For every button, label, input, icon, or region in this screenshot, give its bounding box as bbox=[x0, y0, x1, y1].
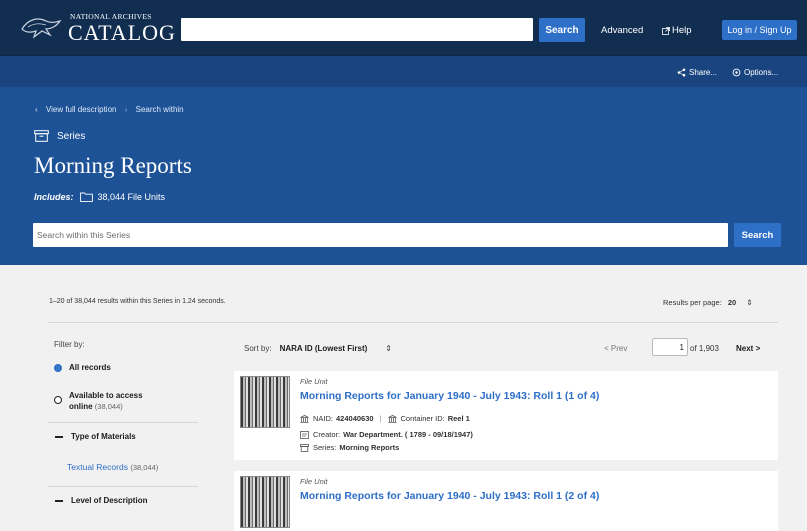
filter-by-label: Filter by: bbox=[54, 340, 85, 349]
prev-page-button[interactable]: < Prev bbox=[604, 344, 627, 353]
facet-level-of-description-label: Level of Description bbox=[71, 496, 148, 505]
creator-icon bbox=[300, 430, 309, 439]
results-count: 1–20 of 38,044 results within this Serie… bbox=[49, 298, 226, 305]
archive-box-icon bbox=[300, 443, 309, 452]
external-link-icon bbox=[662, 26, 670, 35]
level-label: Series bbox=[57, 130, 86, 142]
result-thumbnail[interactable] bbox=[240, 376, 290, 428]
series-value: Morning Reports bbox=[339, 443, 400, 452]
login-signup-button[interactable]: Log in / Sign Up bbox=[722, 20, 797, 40]
naid-value: 424040630 bbox=[336, 414, 374, 423]
search-within-input[interactable]: Search within this Series bbox=[33, 223, 728, 247]
radio-unselected-icon bbox=[54, 396, 62, 404]
radio-selected-icon bbox=[54, 364, 62, 372]
options-button[interactable]: Options... bbox=[732, 68, 778, 77]
filter-available-label-line1: Available to access bbox=[69, 391, 143, 400]
top-navbar: NATIONAL ARCHIVES CATALOG Search Advance… bbox=[0, 0, 807, 55]
search-input[interactable] bbox=[181, 18, 533, 41]
result-thumbnail[interactable] bbox=[240, 476, 290, 528]
facet-textual-records-count: (38,044) bbox=[130, 463, 159, 472]
result-creator: Creator: War Department. ( 1789 - 09/18/… bbox=[300, 430, 473, 439]
series-header: ‹ View full description › Search within … bbox=[0, 87, 807, 265]
sort-label: Sort by: bbox=[244, 344, 272, 353]
updown-icon: ⇕ bbox=[385, 344, 392, 353]
facet-textual-records-label: Textual Records bbox=[67, 462, 128, 472]
building-icon bbox=[300, 414, 309, 423]
filter-available-count: (38,044) bbox=[94, 402, 123, 411]
page-title: Morning Reports bbox=[34, 153, 192, 178]
search-within-button[interactable]: Search bbox=[734, 223, 781, 247]
action-bar: Share... Options... bbox=[0, 55, 807, 88]
facet-level-of-description[interactable]: Level of Description bbox=[55, 496, 147, 505]
advanced-link[interactable]: Advanced bbox=[601, 25, 643, 36]
help-link[interactable]: Help bbox=[662, 25, 692, 36]
options-label: Options... bbox=[744, 68, 779, 77]
logo-big-text: CATALOG bbox=[68, 20, 176, 45]
filter-available-online[interactable]: Available to access online (38,044) bbox=[54, 390, 143, 412]
breadcrumb-view-full-description[interactable]: View full description bbox=[46, 105, 117, 114]
filter-divider bbox=[48, 422, 198, 423]
container-label: Container ID: bbox=[400, 414, 445, 423]
share-label: Share... bbox=[689, 68, 718, 77]
result-title-link[interactable]: Morning Reports for January 1940 - July … bbox=[300, 390, 599, 402]
breadcrumb-search-within: Search within bbox=[135, 105, 184, 114]
creator-value: War Department. ( 1789 - 09/18/1947) bbox=[343, 430, 473, 439]
result-series: Series: Morning Reports bbox=[300, 443, 399, 452]
result-card: File Unit Morning Reports for January 19… bbox=[234, 371, 778, 460]
catalog-logo[interactable]: NATIONAL ARCHIVES CATALOG bbox=[20, 12, 175, 46]
sort-value: NARA ID (Lowest First) bbox=[279, 344, 368, 353]
filter-available-label-line2: online bbox=[69, 402, 93, 411]
facet-type-of-materials[interactable]: Type of Materials bbox=[55, 432, 136, 441]
next-page-button[interactable]: Next > bbox=[736, 344, 760, 353]
folder-icon bbox=[79, 192, 93, 202]
series-label: Series: bbox=[313, 443, 337, 452]
share-icon bbox=[677, 68, 686, 77]
filter-divider bbox=[48, 486, 198, 487]
archive-box-icon bbox=[34, 130, 49, 142]
gear-icon bbox=[732, 68, 741, 77]
creator-label: Creator: bbox=[313, 430, 341, 439]
result-kind: File Unit bbox=[300, 377, 328, 386]
chevron-left-icon: ‹ bbox=[35, 105, 38, 114]
building-icon bbox=[387, 414, 397, 423]
level-of-description: Series bbox=[34, 130, 85, 142]
results-per-page-label: Results per page: bbox=[663, 298, 722, 307]
container-value: Reel 1 bbox=[447, 414, 470, 423]
total-pages: of 1,903 bbox=[690, 344, 719, 353]
facet-textual-records[interactable]: Textual Records (38,044) bbox=[67, 462, 158, 472]
divider bbox=[48, 322, 778, 323]
result-card: File Unit Morning Reports for January 19… bbox=[234, 471, 778, 531]
collapse-icon bbox=[55, 436, 63, 438]
updown-icon: ⇕ bbox=[746, 298, 753, 307]
eagle-logo-icon bbox=[21, 18, 62, 39]
naid-label: NAID: bbox=[313, 414, 334, 423]
search-button[interactable]: Search bbox=[539, 18, 585, 42]
collapse-icon bbox=[55, 500, 63, 502]
filter-all-records[interactable]: All records bbox=[54, 363, 111, 372]
breadcrumb: ‹ View full description › Search within bbox=[35, 105, 190, 114]
filter-all-records-label: All records bbox=[69, 363, 111, 372]
chevron-right-icon: › bbox=[124, 105, 128, 114]
results-per-page-value: 20 bbox=[727, 298, 737, 307]
help-label: Help bbox=[672, 25, 692, 36]
includes-label: Includes: bbox=[34, 192, 74, 202]
result-ids: NAID: 424040630 | Container ID: Reel 1 bbox=[300, 414, 470, 423]
separator: | bbox=[379, 414, 382, 423]
result-kind: File Unit bbox=[300, 477, 328, 486]
result-title-link[interactable]: Morning Reports for January 1940 - July … bbox=[300, 490, 599, 502]
page-number-input[interactable]: 1 bbox=[652, 338, 688, 356]
includes-summary: Includes: 38,044 File Units bbox=[34, 192, 165, 202]
sort-control[interactable]: Sort by: NARA ID (Lowest First) ⇕ bbox=[244, 344, 392, 353]
results-per-page[interactable]: Results per page: 20 ⇕ bbox=[663, 298, 753, 307]
facet-type-of-materials-label: Type of Materials bbox=[71, 432, 136, 441]
share-button[interactable]: Share... bbox=[677, 68, 717, 77]
includes-value: 38,044 File Units bbox=[97, 192, 166, 202]
